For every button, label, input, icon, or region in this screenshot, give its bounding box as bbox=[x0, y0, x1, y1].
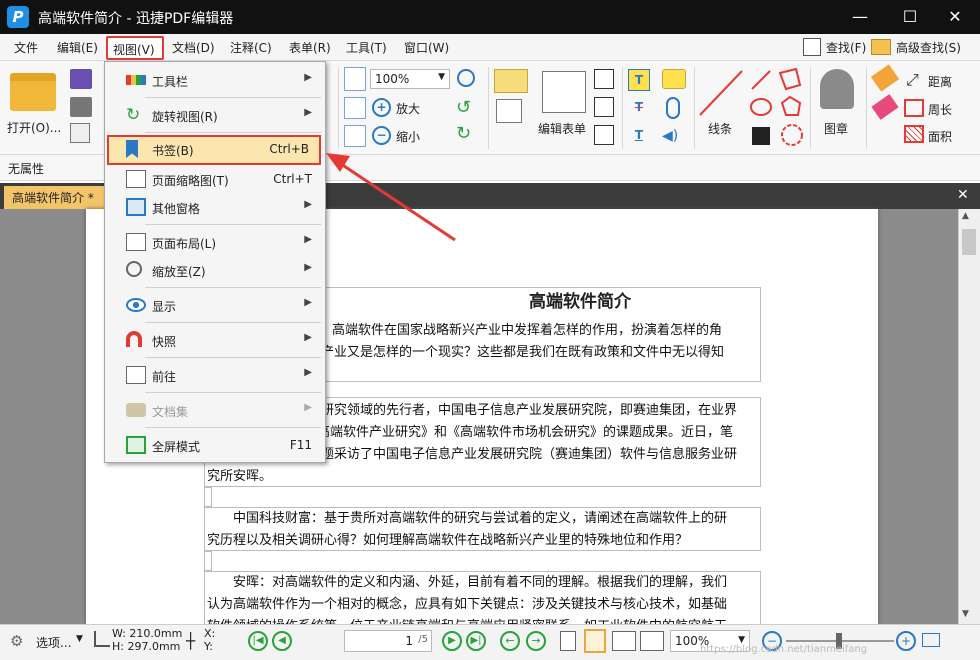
annotation-arrow bbox=[326, 153, 456, 242]
app-window: P 高端软件简介 - 迅捷PDF编辑器 — ☐ ✕ 文件 编辑(E) 文档(D)… bbox=[0, 0, 980, 660]
